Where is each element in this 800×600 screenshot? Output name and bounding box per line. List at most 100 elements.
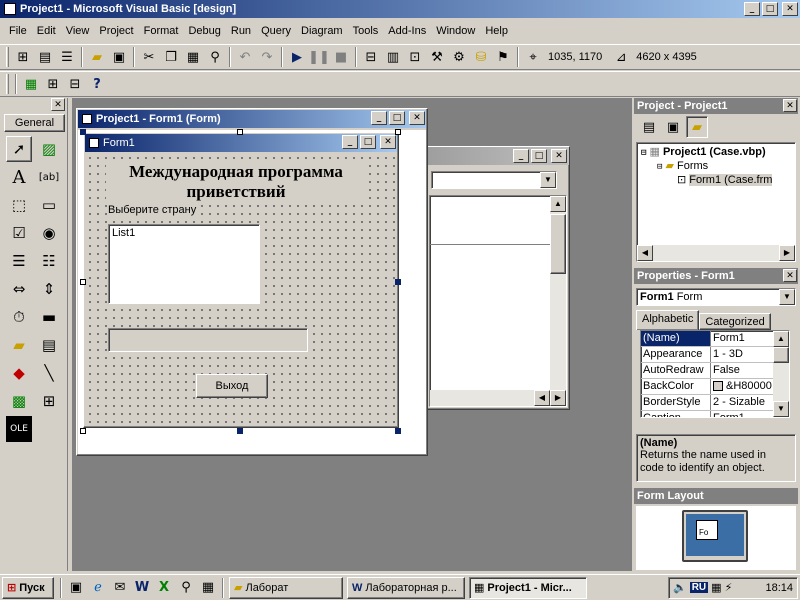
center-icon[interactable]: ⊟ [64,73,86,95]
task-word-doc[interactable]: W Лабораторная р... [347,576,465,599]
form1[interactable]: Form1 _ □ ✕ Международная программа прив… [83,132,399,428]
view-code-icon[interactable]: ▤ [638,116,660,138]
property-value[interactable]: 1 - 3D [711,347,775,362]
object-browser-icon[interactable]: ⚒ [426,46,448,68]
property-row[interactable]: BorderStyle 2 - Sizable [641,395,775,411]
menu-editor-icon[interactable]: ☰ [56,46,78,68]
menu-help[interactable]: Help [480,22,513,41]
start-icon[interactable]: ▶ [286,46,308,68]
form-designer-window[interactable]: Project1 - Form1 (Form) _ □ ✕ Form1 _ □ … [76,108,428,456]
menu-diagram[interactable]: Diagram [296,22,348,41]
tree-node-form1[interactable]: ⊡ Form1 (Case.frm [637,172,795,186]
code-minimize-button[interactable]: _ [513,149,529,163]
toolbar-grip-2[interactable] [6,74,9,94]
object-dropdown-arrow-icon[interactable]: ▼ [779,289,795,305]
property-value[interactable]: &H80000 [711,379,775,394]
task-vb-project[interactable]: ▦ Project1 - Micr... [469,576,587,599]
combobox-tool-icon[interactable]: ☰ [6,248,32,274]
property-value[interactable]: Form1 [711,411,775,417]
designer-close-button[interactable]: ✕ [409,111,425,125]
maximize-button[interactable]: □ [762,2,778,16]
property-value[interactable]: 2 - Sizable [711,395,775,410]
code-editor-area[interactable]: ▲ ◀ ▶ [429,195,567,407]
line-tool-icon[interactable]: ╲ [36,360,62,386]
property-row[interactable]: Appearance 1 - 3D [641,347,775,363]
bring-to-front-icon[interactable]: ▦ [20,73,42,95]
project-explorer-icon[interactable]: ⊟ [360,46,382,68]
ole-tool-icon[interactable]: OLE [6,416,32,442]
toolbox-icon[interactable]: ⚙ [448,46,470,68]
project-tree[interactable]: ⊟ ▦ Project1 (Case.vbp) ⊟ ▰ Forms ⊡ Form… [636,142,796,262]
property-row[interactable]: Caption Form1 [641,411,775,417]
properties-close-button[interactable]: ✕ [783,269,797,282]
property-value[interactable]: Form1 [711,331,775,346]
properties-grid[interactable]: (Name) Form1 Appearance 1 - 3D AutoRedraw Fal… [640,330,790,418]
listbox-tool-icon[interactable]: ☷ [36,248,62,274]
excel-icon[interactable]: X [153,577,175,599]
designer-maximize-button[interactable]: □ [389,111,405,125]
code-hscrollbar[interactable]: ◀ ▶ [430,390,566,406]
menu-file[interactable]: File [4,22,32,41]
menu-format[interactable]: Format [139,22,184,41]
dirlistbox-tool-icon[interactable]: ▰ [6,332,32,358]
collapse-forms-icon[interactable]: ⊟ [657,162,662,172]
form1-maximize-button[interactable]: □ [360,135,376,149]
code-close-button[interactable]: ✕ [551,149,567,163]
exit-button[interactable]: Выход [196,374,268,398]
property-row[interactable]: BackColor &H80000 [641,379,775,395]
property-value[interactable]: False [711,363,775,378]
vscrollbar-tool-icon[interactable]: ⇕ [36,276,62,302]
object-dropdown[interactable]: Form1 Form ▼ [636,288,796,306]
resize-handle-se[interactable] [395,428,401,434]
break-icon[interactable]: ❚❚ [308,46,330,68]
align-icon[interactable]: ⊞ [42,73,64,95]
resize-handle-e[interactable] [395,279,401,285]
copy-icon[interactable]: ❐ [160,46,182,68]
picturebox-tool-icon[interactable]: ▨ [36,136,62,162]
timer-tool-icon[interactable]: ⏱ [6,304,32,330]
add-form-icon[interactable]: ▤ [34,46,56,68]
shape-tool-icon[interactable]: ◆ [6,360,32,386]
project-explorer-close-button[interactable]: ✕ [783,99,797,112]
optionbutton-tool-icon[interactable]: ◉ [36,220,62,246]
hscrollbar-tool-icon[interactable]: ⇔ [6,276,32,302]
property-row[interactable]: AutoRedraw False [641,363,775,379]
add-project-icon[interactable]: ⊞ [12,46,34,68]
redo-icon[interactable]: ↷ [256,46,278,68]
paste-icon[interactable]: ▦ [182,46,204,68]
pointer-tool-icon[interactable]: ➚ [6,136,32,162]
properties-window-icon[interactable]: ▥ [382,46,404,68]
code-vscrollbar[interactable]: ▲ [550,196,566,390]
image-tool-icon[interactable]: ▩ [6,388,32,414]
data-view-icon[interactable]: ⛁ [470,46,492,68]
internet-explorer-icon[interactable]: ℯ [87,577,109,599]
heading-label[interactable]: Международная программа приветствий [106,162,366,202]
show-desktop-icon[interactable]: ▣ [65,577,87,599]
outlook-express-icon[interactable]: ✉ [109,577,131,599]
menu-project[interactable]: Project [94,22,138,41]
start-button[interactable]: ⊞ Пуск [2,576,54,599]
tab-alphabetic[interactable]: Alphabetic [636,310,700,330]
component-manager-icon[interactable]: ⚑ [492,46,514,68]
find-icon[interactable]: ⚲ [204,46,226,68]
checkbox-tool-icon[interactable]: ☑ [6,220,32,246]
minimize-button[interactable]: _ [744,2,760,16]
volume-icon[interactable]: 🔈 [673,581,687,594]
tray-app-icon-1[interactable]: ▦ [711,581,721,594]
toolbox-close-button[interactable]: ✕ [51,98,65,111]
frame-tool-icon[interactable]: ⬚ [6,192,32,218]
country-label[interactable]: Выберите страну [108,204,201,216]
save-icon[interactable]: ▣ [108,46,130,68]
open-icon[interactable]: ▰ [86,46,108,68]
textbox-tool-icon[interactable]: [ab] [36,164,62,190]
collapse-icon[interactable]: ⊟ [641,148,646,158]
commandbutton-tool-icon[interactable]: ▭ [36,192,62,218]
form-layout-icon[interactable]: ⊡ [404,46,426,68]
help-icon[interactable]: ? [86,73,108,95]
data-tool-icon[interactable]: ⊞ [36,388,62,414]
designer-minimize-button[interactable]: _ [371,111,387,125]
tray-app-icon-2[interactable]: ⚡ [725,581,733,594]
form1-close-button[interactable]: ✕ [380,135,396,149]
filelistbox-tool-icon[interactable]: ▤ [36,332,62,358]
label-tool-icon[interactable]: A [6,164,32,190]
